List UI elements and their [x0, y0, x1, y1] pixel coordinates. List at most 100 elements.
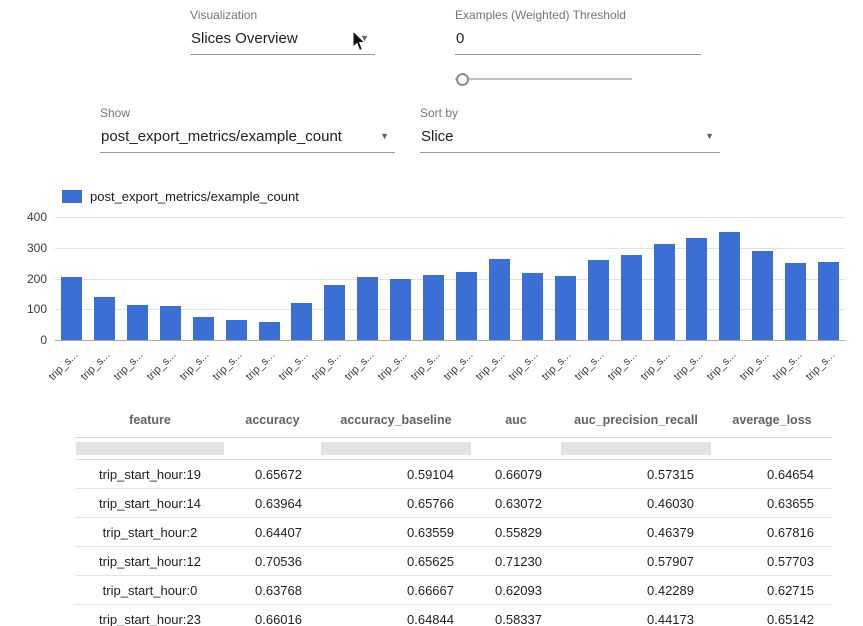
feature-cell: trip_start_hour:2: [75, 525, 225, 540]
filter-input[interactable]: [321, 442, 471, 455]
metric-cell: 0.63072: [472, 496, 560, 511]
bar-chart: 0100200300400trip_s...trip_s...trip_s...…: [55, 217, 845, 340]
metrics-table: featureaccuracyaccuracy_baselineaucauc_p…: [75, 402, 832, 626]
metric-cell: 0.57703: [712, 554, 832, 569]
filter-cell: [320, 442, 472, 455]
metric-cell: 0.62715: [712, 583, 832, 598]
bar[interactable]: [226, 320, 247, 340]
threshold-control: Examples (Weighted) Threshold 0: [455, 8, 701, 87]
slider-track[interactable]: [455, 78, 632, 80]
metric-cell: 0.63964: [225, 496, 320, 511]
metric-cell: 0.62093: [472, 583, 560, 598]
show-selected-value: post_export_metrics/example_count: [101, 128, 342, 145]
sort-control: Sort by Slice ▼: [420, 106, 720, 153]
metric-cell: 0.57907: [560, 554, 712, 569]
bar[interactable]: [456, 272, 477, 340]
table-row[interactable]: trip_start_hour:20.644070.635590.558290.…: [75, 518, 832, 547]
column-header-average_loss[interactable]: average_loss: [712, 413, 832, 427]
bar[interactable]: [818, 262, 839, 340]
column-header-feature[interactable]: feature: [75, 413, 225, 427]
metric-cell: 0.65142: [712, 612, 832, 626]
bar[interactable]: [259, 322, 280, 340]
bar[interactable]: [390, 279, 411, 341]
metric-cell: 0.42289: [560, 583, 712, 598]
filter-input[interactable]: [561, 442, 711, 455]
x-axis-tick-label: trip_s...: [21, 349, 80, 408]
metric-cell: 0.64407: [225, 525, 320, 540]
metric-cell: 0.71230: [472, 554, 560, 569]
metric-cell: 0.66016: [225, 612, 320, 626]
chevron-down-icon: ▼: [705, 132, 714, 141]
bar[interactable]: [621, 255, 642, 340]
bar[interactable]: [127, 305, 148, 340]
metric-cell: 0.44173: [560, 612, 712, 626]
y-axis-tick-label: 0: [11, 333, 47, 347]
bar[interactable]: [719, 232, 740, 340]
y-axis-tick-label: 200: [11, 272, 47, 286]
bar[interactable]: [522, 273, 543, 340]
chart-gridline: [55, 340, 845, 341]
filter-cell: [560, 442, 712, 455]
bar[interactable]: [752, 251, 773, 340]
show-label: Show: [100, 106, 395, 120]
column-header-accuracy[interactable]: accuracy: [225, 413, 320, 427]
bar[interactable]: [785, 263, 806, 341]
column-header-accuracy_baseline[interactable]: accuracy_baseline: [320, 413, 472, 427]
sort-dropdown[interactable]: Slice ▼: [420, 128, 720, 153]
y-axis-tick-label: 100: [11, 302, 47, 316]
table-row[interactable]: trip_start_hour:230.660160.648440.583370…: [75, 605, 832, 626]
table-row[interactable]: trip_start_hour:120.705360.656250.712300…: [75, 547, 832, 576]
metric-cell: 0.46030: [560, 496, 712, 511]
metric-cell: 0.65766: [320, 496, 472, 511]
bar[interactable]: [423, 275, 444, 340]
metric-cell: 0.63655: [712, 496, 832, 511]
legend-swatch: [62, 190, 82, 203]
threshold-input[interactable]: 0: [455, 30, 701, 55]
metric-cell: 0.67816: [712, 525, 832, 540]
metric-cell: 0.65672: [225, 467, 320, 482]
metric-cell: 0.59104: [320, 467, 472, 482]
column-header-auc_precision_recall[interactable]: auc_precision_recall: [560, 413, 712, 427]
metric-cell: 0.46379: [560, 525, 712, 540]
bar[interactable]: [160, 306, 181, 340]
table-row[interactable]: trip_start_hour:00.637680.666670.620930.…: [75, 576, 832, 605]
bar[interactable]: [324, 285, 345, 340]
visualization-control: Visualization Slices Overview ▼: [190, 8, 375, 55]
table-row[interactable]: trip_start_hour:190.656720.591040.660790…: [75, 460, 832, 489]
bar[interactable]: [94, 297, 115, 340]
metric-cell: 0.66079: [472, 467, 560, 482]
bar[interactable]: [588, 260, 609, 340]
chevron-down-icon: ▼: [380, 132, 389, 141]
table-body: trip_start_hour:190.656720.591040.660790…: [75, 460, 832, 626]
filter-input[interactable]: [76, 442, 224, 455]
slider-thumb[interactable]: [456, 73, 469, 86]
table-filter-row: [75, 438, 832, 460]
show-control: Show post_export_metrics/example_count ▼: [100, 106, 395, 153]
bar[interactable]: [193, 317, 214, 340]
feature-cell: trip_start_hour:12: [75, 554, 225, 569]
metric-cell: 0.63768: [225, 583, 320, 598]
filter-cell: [75, 442, 225, 455]
feature-cell: trip_start_hour:19: [75, 467, 225, 482]
visualization-dropdown[interactable]: Slices Overview ▼: [190, 30, 375, 55]
bar[interactable]: [489, 259, 510, 341]
bar[interactable]: [686, 238, 707, 340]
feature-cell: trip_start_hour:14: [75, 496, 225, 511]
bar[interactable]: [555, 276, 576, 340]
bar[interactable]: [61, 277, 82, 340]
threshold-slider[interactable]: [455, 72, 632, 87]
table-row[interactable]: trip_start_hour:140.639640.657660.630720…: [75, 489, 832, 518]
column-header-auc[interactable]: auc: [472, 413, 560, 427]
feature-cell: trip_start_hour:0: [75, 583, 225, 598]
show-dropdown[interactable]: post_export_metrics/example_count ▼: [100, 128, 395, 153]
chart-gridline: [55, 217, 845, 218]
metric-cell: 0.64844: [320, 612, 472, 626]
bar[interactable]: [357, 277, 378, 340]
bar[interactable]: [654, 244, 675, 340]
threshold-label: Examples (Weighted) Threshold: [455, 8, 701, 22]
bar[interactable]: [291, 303, 312, 340]
chart-legend: post_export_metrics/example_count: [62, 189, 299, 204]
metric-cell: 0.63559: [320, 525, 472, 540]
sort-selected-value: Slice: [421, 128, 454, 145]
sort-label: Sort by: [420, 106, 720, 120]
